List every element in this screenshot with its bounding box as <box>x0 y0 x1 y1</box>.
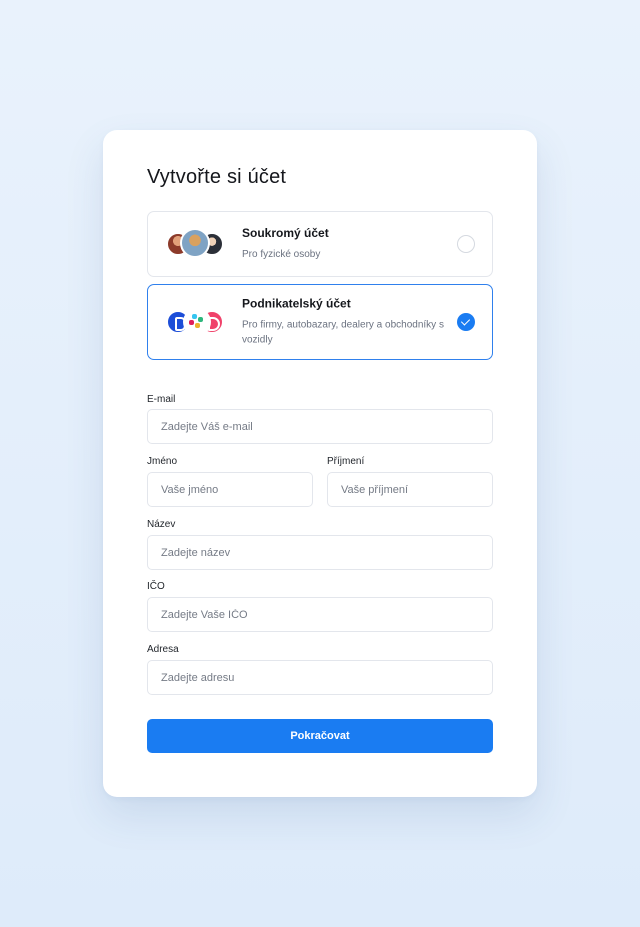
signup-card: Vytvořte si účet Soukromý účet Pro fyzic… <box>103 130 537 797</box>
first-name-field[interactable] <box>147 472 313 507</box>
email-label: E-mail <box>147 394 176 405</box>
company-logo-icon <box>183 308 211 336</box>
user-avatars-icon <box>166 228 226 258</box>
company-name-label: Název <box>147 519 176 530</box>
last-name-field[interactable] <box>327 472 493 507</box>
continue-button[interactable]: Pokračovat <box>147 719 493 753</box>
last-name-label: Příjmení <box>327 456 365 467</box>
company-name-field[interactable] <box>147 535 493 570</box>
ico-field[interactable] <box>147 597 493 632</box>
account-type-private[interactable]: Soukromý účet Pro fyzické osoby <box>147 211 493 277</box>
email-field[interactable] <box>147 409 493 444</box>
account-type-business[interactable]: Podnikatelský účet Pro firmy, autobazary… <box>147 284 493 360</box>
avatar <box>180 228 210 258</box>
radio-button[interactable] <box>457 235 475 253</box>
address-field[interactable] <box>147 660 493 695</box>
account-type-description: Pro fyzické osoby <box>242 249 321 260</box>
address-label: Adresa <box>147 644 179 655</box>
account-type-title: Podnikatelský účet <box>242 296 351 311</box>
radio-checked-icon[interactable] <box>457 313 475 331</box>
account-type-description: Pro firmy, autobazary, dealery a obchodn… <box>242 319 444 346</box>
company-logos-icon <box>166 308 226 336</box>
page-title: Vytvořte si účet <box>147 166 287 188</box>
first-name-label: Jméno <box>147 456 178 467</box>
account-type-title: Soukromý účet <box>242 226 329 240</box>
ico-label: IČO <box>147 581 165 592</box>
